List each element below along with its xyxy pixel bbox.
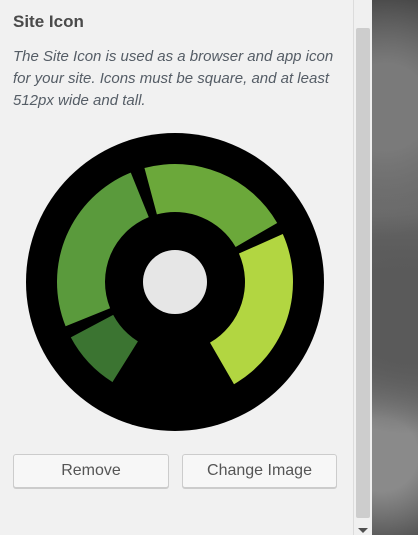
remove-button[interactable]: Remove <box>13 454 169 488</box>
scroll-down-icon[interactable] <box>354 520 372 535</box>
site-icon-preview <box>26 133 324 431</box>
section-description: The Site Icon is used as a browser and a… <box>13 48 334 109</box>
scrollbar-thumb[interactable] <box>356 28 370 518</box>
icon-center-dot <box>143 250 207 314</box>
preview-background-image <box>372 0 418 535</box>
site-icon-panel: Site Icon The Site Icon is used as a bro… <box>0 0 353 535</box>
chevron-down-icon <box>358 528 368 533</box>
scroll-up-icon[interactable] <box>354 0 372 26</box>
change-image-button[interactable]: Change Image <box>182 454 337 488</box>
panel-scrollbar[interactable] <box>353 0 372 535</box>
section-title: Site Icon <box>13 12 84 31</box>
